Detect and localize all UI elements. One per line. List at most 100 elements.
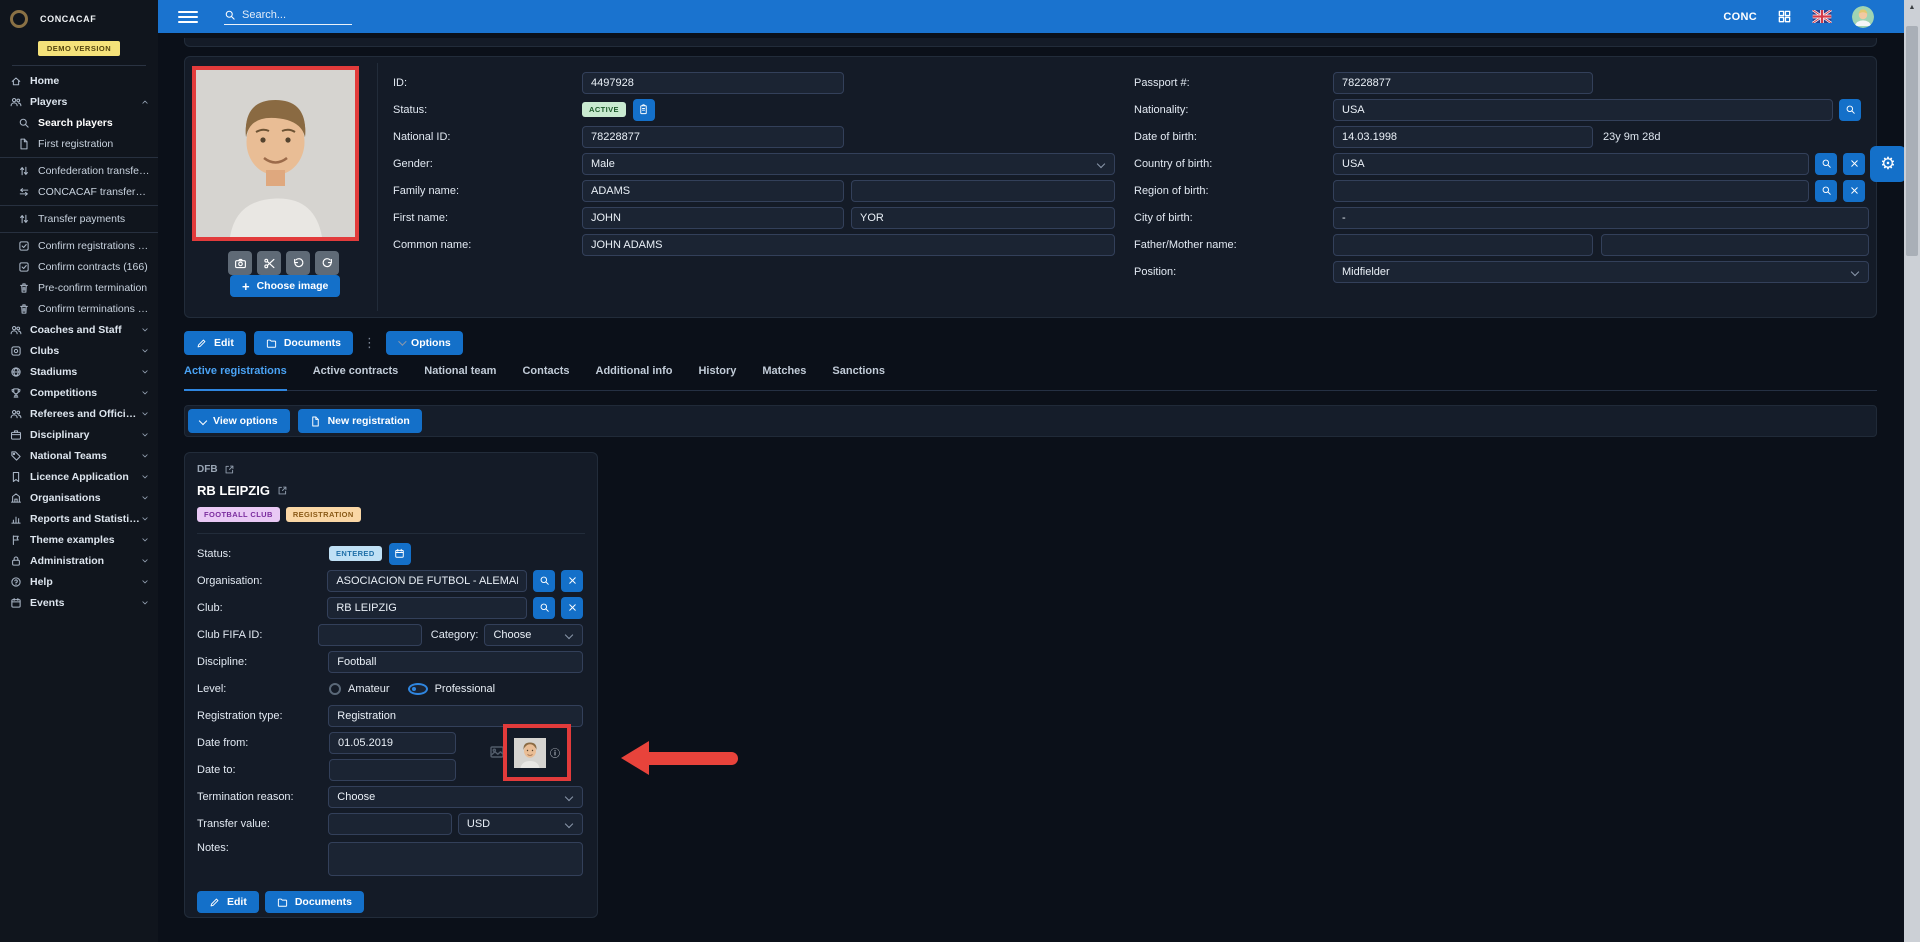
- club-fifa-id-input[interactable]: [317, 623, 422, 646]
- page-scrollbar[interactable]: ▲: [1904, 0, 1920, 942]
- father-name-input[interactable]: [1333, 233, 1593, 256]
- organisation-clear-button[interactable]: [561, 569, 583, 592]
- photo-tool-button[interactable]: [315, 251, 339, 275]
- organisation-search-button[interactable]: [533, 569, 555, 592]
- sidebar-item[interactable]: Coaches and Staff: [0, 319, 158, 340]
- discipline-input[interactable]: [328, 650, 583, 673]
- options-button[interactable]: Options: [386, 331, 463, 355]
- first-name-alt-input[interactable]: [851, 206, 1115, 229]
- scrollbar-thumb[interactable]: [1906, 26, 1918, 256]
- sidebar-item[interactable]: First registration: [0, 133, 158, 154]
- status-history-button[interactable]: [632, 98, 655, 121]
- reg-edit-button[interactable]: Edit: [197, 891, 259, 913]
- position-select[interactable]: Midfielder: [1333, 260, 1869, 283]
- menu-icon[interactable]: [178, 8, 198, 26]
- nationality-search-button[interactable]: [1839, 98, 1861, 121]
- sidebar-item[interactable]: Home: [0, 70, 158, 91]
- amateur-radio[interactable]: [329, 682, 341, 695]
- tab[interactable]: History: [698, 365, 736, 390]
- view-options-button[interactable]: View options: [188, 409, 290, 433]
- club-input[interactable]: [327, 596, 527, 619]
- country-of-birth-input[interactable]: [1333, 152, 1809, 175]
- settings-gear-button[interactable]: ⚙: [1870, 146, 1906, 182]
- family-name-input[interactable]: [582, 179, 844, 202]
- apps-grid-icon[interactable]: [1777, 9, 1792, 24]
- common-name-input[interactable]: [582, 233, 1115, 256]
- first-name-input[interactable]: [582, 206, 844, 229]
- tab[interactable]: Active contracts: [313, 365, 399, 390]
- organisation-input[interactable]: [327, 569, 527, 592]
- currency-select[interactable]: USD: [457, 812, 583, 835]
- highlighted-photo-thumbnail[interactable]: ⓘ: [503, 724, 571, 781]
- sidebar-item[interactable]: Competitions: [0, 382, 158, 403]
- sidebar-item[interactable]: Disciplinary: [0, 424, 158, 445]
- city-of-birth-input[interactable]: [1333, 206, 1869, 229]
- sidebar-item[interactable]: Organisations: [0, 487, 158, 508]
- id-input[interactable]: [582, 71, 844, 94]
- info-icon[interactable]: ⓘ: [550, 745, 560, 760]
- tab[interactable]: Contacts: [522, 365, 569, 390]
- kebab-icon[interactable]: ⋮: [361, 335, 378, 351]
- edit-button[interactable]: Edit: [184, 331, 246, 355]
- gender-select[interactable]: Male: [582, 152, 1115, 175]
- date-from-input[interactable]: [329, 731, 456, 754]
- uk-flag-icon[interactable]: [1812, 10, 1832, 23]
- sidebar-item[interactable]: Referees and Officials: [0, 403, 158, 424]
- registration-org-link[interactable]: DFB: [197, 464, 585, 475]
- club-clear-button[interactable]: [561, 596, 583, 619]
- region-of-birth-input[interactable]: [1333, 179, 1809, 202]
- sidebar-item[interactable]: Search players: [0, 112, 158, 133]
- nationality-input[interactable]: [1333, 98, 1833, 121]
- sidebar-item[interactable]: Pre-confirm termination: [0, 277, 158, 298]
- photo-tool-button[interactable]: [228, 251, 252, 275]
- tab[interactable]: Matches: [762, 365, 806, 390]
- notes-textarea[interactable]: [328, 842, 583, 876]
- professional-radio[interactable]: [407, 682, 428, 695]
- region-clear-button[interactable]: [1843, 179, 1865, 202]
- sidebar-item[interactable]: Theme examples: [0, 529, 158, 550]
- reg-status-history-button[interactable]: [388, 542, 411, 565]
- termination-reason-select[interactable]: Choose: [328, 785, 583, 808]
- new-registration-button[interactable]: New registration: [297, 409, 422, 433]
- tab[interactable]: Sanctions: [832, 365, 885, 390]
- dob-input[interactable]: [1333, 125, 1593, 148]
- sidebar-item[interactable]: Clubs: [0, 340, 158, 361]
- photo-tool-button[interactable]: [286, 251, 310, 275]
- country-clear-button[interactable]: [1843, 152, 1865, 175]
- sidebar-item[interactable]: Confirm terminations (5): [0, 298, 158, 319]
- passport-input[interactable]: [1333, 71, 1593, 94]
- sidebar-item[interactable]: Reports and Statistics: [0, 508, 158, 529]
- photo-tool-button[interactable]: [257, 251, 281, 275]
- category-select[interactable]: Choose: [484, 623, 583, 646]
- sidebar-item[interactable]: National Teams: [0, 445, 158, 466]
- mother-name-input[interactable]: [1601, 233, 1869, 256]
- sidebar-item[interactable]: Confirm registrations (4449): [0, 232, 158, 256]
- region-search-button[interactable]: [1815, 179, 1837, 202]
- national-id-input[interactable]: [582, 125, 844, 148]
- sidebar-item[interactable]: Events: [0, 592, 158, 613]
- transfer-value-input[interactable]: [327, 812, 452, 835]
- date-to-input[interactable]: [329, 758, 456, 781]
- sidebar-item[interactable]: Players: [0, 91, 158, 112]
- scroll-up-arrow-icon[interactable]: ▲: [1904, 4, 1920, 11]
- search-input[interactable]: [242, 8, 342, 21]
- club-search-button[interactable]: [533, 596, 555, 619]
- sidebar-item[interactable]: Administration: [0, 550, 158, 571]
- sidebar-item[interactable]: Help: [0, 571, 158, 592]
- org-selector[interactable]: CONC: [1723, 11, 1757, 23]
- family-name-alt-input[interactable]: [851, 179, 1115, 202]
- registration-club-link[interactable]: RB LEIPZIG: [197, 483, 585, 498]
- sidebar-item[interactable]: Transfer payments: [0, 205, 158, 229]
- sidebar-item[interactable]: Confirm contracts (166): [0, 256, 158, 277]
- choose-image-button[interactable]: + Choose image: [230, 275, 341, 297]
- tab[interactable]: Active registrations: [184, 365, 287, 391]
- reg-documents-button[interactable]: Documents: [264, 891, 365, 913]
- tab[interactable]: National team: [424, 365, 496, 390]
- user-avatar[interactable]: [1852, 5, 1874, 28]
- country-search-button[interactable]: [1815, 152, 1837, 175]
- sidebar-item[interactable]: CONCACAF transfers (30): [0, 181, 158, 202]
- documents-button[interactable]: Documents: [253, 331, 354, 355]
- tab[interactable]: Additional info: [596, 365, 673, 390]
- sidebar-item[interactable]: Stadiums: [0, 361, 158, 382]
- sidebar-item[interactable]: Confederation transfers (15): [0, 157, 158, 181]
